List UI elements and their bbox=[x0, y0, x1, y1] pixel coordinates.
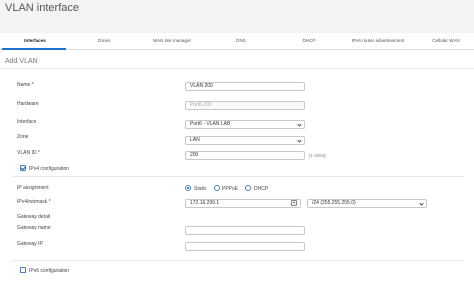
page-title: VLAN interface bbox=[5, 2, 79, 14]
section-header: Add VLAN bbox=[0, 57, 474, 69]
vlan-id-label: VLAN ID * bbox=[17, 150, 40, 156]
dhcp-radio-label: DHCP bbox=[254, 186, 269, 192]
ipv6-configuration-checkbox[interactable] bbox=[20, 267, 26, 273]
ipv4-configuration-checkbox[interactable] bbox=[20, 165, 26, 171]
vlan-id-range-hint: [1-4094] bbox=[309, 153, 326, 158]
tab-cellular-wan[interactable]: Cellular WAN bbox=[432, 38, 459, 43]
hardware-field: Port6.200 bbox=[185, 101, 305, 110]
name-label: Name * bbox=[17, 82, 34, 88]
zone-select[interactable]: LAN bbox=[185, 136, 305, 145]
interface-select[interactable]: Port6 - VLAN LAB bbox=[185, 120, 305, 129]
gateway-detail-heading: Gateway detail bbox=[17, 214, 51, 220]
ipv4-netmask-label: IPv4/netmask * bbox=[17, 199, 51, 205]
pppoe-radio-label: PPPoE bbox=[222, 186, 239, 192]
tab-zones[interactable]: Zones bbox=[98, 38, 111, 43]
tab-bar: Interfaces Zones WAN link manager DNS DH… bbox=[0, 35, 474, 50]
divider bbox=[12, 176, 464, 177]
dhcp-radio[interactable] bbox=[245, 185, 251, 191]
gateway-name-label: Gateway name bbox=[17, 225, 51, 231]
zone-label: Zone bbox=[17, 134, 29, 140]
tab-dns[interactable]: DNS bbox=[236, 38, 246, 43]
section-title: Add VLAN bbox=[5, 58, 38, 65]
ip-assignment-label: IP assignment bbox=[17, 185, 49, 191]
calculator-icon[interactable] bbox=[291, 200, 297, 206]
divider bbox=[12, 260, 464, 261]
ipv4-configuration-label: IPv4 configuration bbox=[29, 166, 70, 172]
gateway-ip-label: Gateway IP bbox=[17, 241, 43, 247]
static-radio[interactable] bbox=[185, 185, 191, 191]
active-tab-indicator bbox=[2, 48, 66, 50]
interface-label: Interface bbox=[17, 119, 37, 125]
gateway-name-input[interactable] bbox=[185, 226, 305, 235]
tab-wan-link-manager[interactable]: WAN link manager bbox=[153, 38, 191, 43]
pppoe-radio[interactable] bbox=[214, 185, 220, 191]
vlan-id-input[interactable]: 200 bbox=[185, 151, 305, 160]
ipv6-configuration-label: IPv6 configuration bbox=[29, 268, 70, 274]
hardware-label: Hardware bbox=[17, 101, 39, 107]
page-header: VLAN interface bbox=[0, 0, 474, 33]
tab-dhcp[interactable]: DHCP bbox=[302, 38, 315, 43]
add-vlan-form: Name * VLAN 200 Hardware Port6.200 Inter… bbox=[0, 70, 474, 281]
gateway-ip-input[interactable] bbox=[185, 242, 305, 251]
tab-ipv6-router-advertisement[interactable]: IPv6 router advertisement bbox=[352, 38, 405, 43]
ipv4-address-input[interactable]: 172.16.200.1 bbox=[185, 199, 301, 208]
netmask-select[interactable]: /24 (255.255.255.0) bbox=[307, 199, 427, 208]
static-radio-label: Static bbox=[194, 186, 207, 192]
tab-interfaces[interactable]: Interfaces bbox=[24, 38, 46, 43]
name-input[interactable]: VLAN 200 bbox=[185, 82, 305, 91]
